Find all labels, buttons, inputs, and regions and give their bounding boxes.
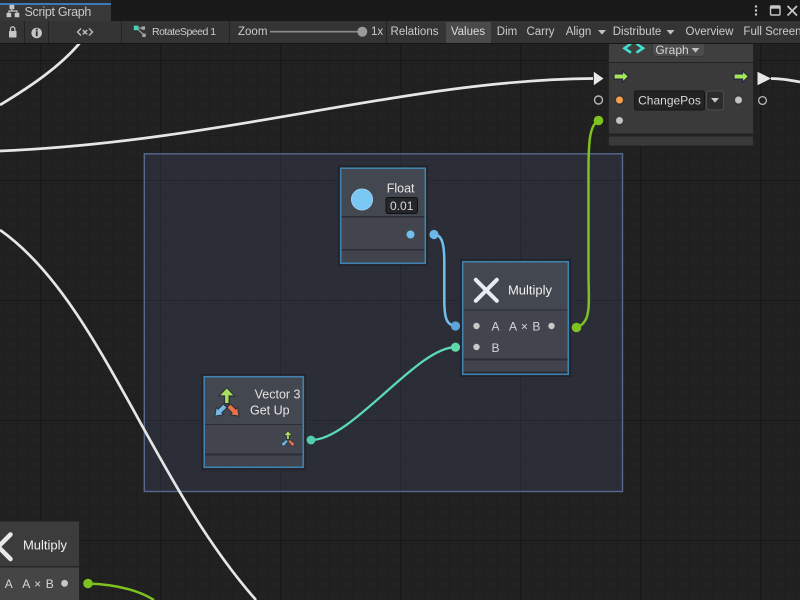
svg-text:Float: Float xyxy=(387,182,415,196)
svg-text:A: A xyxy=(491,320,499,334)
svg-text:A: A xyxy=(5,577,13,591)
svg-text:ChangePos: ChangePos xyxy=(638,94,701,108)
svg-text:Multiply: Multiply xyxy=(23,538,68,553)
svg-text:0.01: 0.01 xyxy=(390,199,414,213)
svg-text:A × B: A × B xyxy=(509,320,541,334)
svg-text:Graph: Graph xyxy=(655,44,688,57)
svg-text:A × B: A × B xyxy=(22,577,54,591)
svg-text:B: B xyxy=(491,341,499,355)
svg-text:Get Up: Get Up xyxy=(250,404,290,418)
svg-text:Multiply: Multiply xyxy=(508,283,553,298)
svg-text:Vector 3: Vector 3 xyxy=(255,388,301,402)
